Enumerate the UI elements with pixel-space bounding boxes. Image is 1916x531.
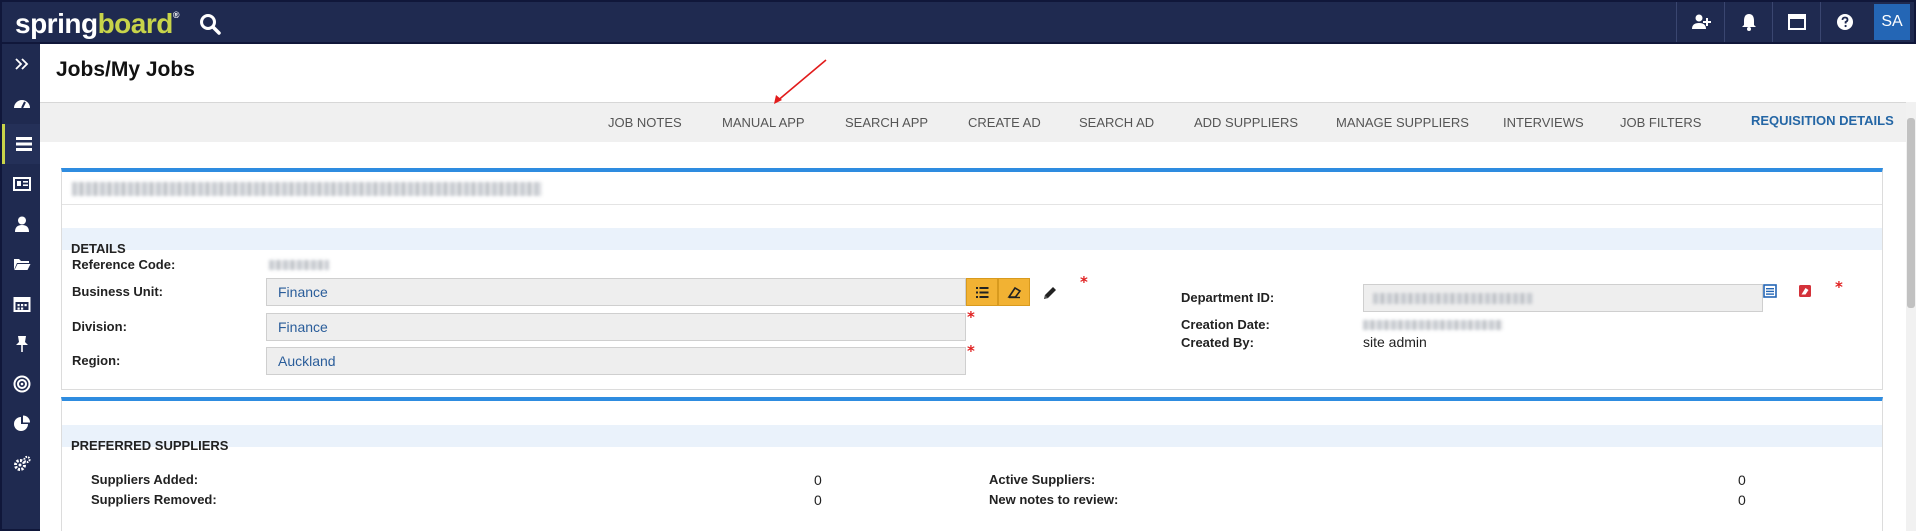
tab-interviews[interactable]: INTERVIEWS [1503, 103, 1584, 143]
department-id-label: Department ID: [1181, 290, 1275, 305]
tab-requisition-details[interactable]: REQUISITION DETAILS [1751, 103, 1894, 143]
preferred-suppliers-panel: PREFERRED SUPPLIERS Suppliers Added: 0 S… [61, 397, 1883, 531]
sidebar-item-reports[interactable] [2, 404, 42, 444]
sidebar-nav [0, 44, 42, 531]
tab-job-filters[interactable]: JOB FILTERS [1620, 103, 1701, 143]
region-label: Region: [72, 353, 121, 368]
region-field[interactable]: Auckland [266, 347, 966, 375]
redacted-reference-code [269, 260, 329, 270]
sidebar-item-calendar[interactable] [2, 284, 42, 324]
pie-chart-icon [14, 415, 30, 431]
list-lookup-icon[interactable] [1762, 283, 1778, 299]
suppliers-removed-label: Suppliers Removed: [91, 492, 217, 507]
division-label: Division: [72, 319, 127, 334]
new-notes-label: New notes to review: [989, 492, 1119, 507]
active-suppliers-value: 0 [1738, 472, 1746, 488]
add-user-icon [1691, 14, 1711, 29]
add-user-button[interactable] [1676, 2, 1724, 42]
sidebar-item-dashboard[interactable] [2, 84, 42, 124]
sidebar-item-folders[interactable] [2, 244, 42, 284]
window-button[interactable] [1772, 2, 1820, 42]
sidebar-item-ads[interactable] [2, 164, 42, 204]
springboard-logo[interactable]: springboard® [15, 8, 179, 40]
dashboard-icon [14, 100, 30, 109]
sidebar-item-jobs[interactable] [2, 124, 42, 164]
tab-manage-suppliers[interactable]: MANAGE SUPPLIERS [1336, 103, 1469, 143]
tab-add-suppliers[interactable]: ADD SUPPLIERS [1194, 103, 1298, 143]
list-icon [15, 137, 32, 151]
clear-icon[interactable] [1797, 283, 1813, 299]
preferred-suppliers-title: PREFERRED SUPPLIERS [71, 438, 229, 453]
help-button[interactable] [1820, 2, 1868, 42]
folder-open-icon [14, 259, 31, 270]
sidebar-item-candidates[interactable] [2, 204, 42, 244]
top-bar: springboard® SA [0, 0, 1916, 44]
pencil-icon[interactable] [1042, 285, 1058, 301]
target-icon [13, 375, 31, 393]
business-unit-clear-button[interactable] [998, 278, 1030, 306]
bell-icon [1741, 14, 1756, 31]
business-unit-label: Business Unit: [72, 284, 164, 299]
eraser-icon [1007, 286, 1021, 298]
active-suppliers-label: Active Suppliers: [989, 472, 1096, 487]
tab-create-ad[interactable]: CREATE AD [968, 103, 1041, 143]
pin-icon [16, 336, 28, 352]
id-card-icon [13, 177, 31, 191]
job-tab-bar: JOB NOTES MANUAL APP SEARCH APP CREATE A… [40, 102, 1906, 142]
sidebar-item-targets[interactable] [2, 364, 42, 404]
notifications-button[interactable] [1724, 2, 1772, 42]
required-marker: * [967, 342, 975, 360]
help-icon [1836, 14, 1853, 30]
suppliers-added-label: Suppliers Added: [91, 472, 199, 487]
preferred-suppliers-band [62, 425, 1882, 447]
details-section-title: DETAILS [71, 241, 126, 256]
tab-search-app[interactable]: SEARCH APP [845, 103, 928, 143]
requisition-details-panel: DETAILS Reference Code: Business Unit: F… [61, 168, 1883, 390]
details-section-band [62, 228, 1882, 250]
page-title: Jobs/My Jobs [56, 58, 195, 81]
user-icon [15, 216, 29, 232]
search-icon[interactable] [198, 12, 222, 36]
tab-job-notes[interactable]: JOB NOTES [608, 103, 682, 143]
redacted-job-title [72, 182, 542, 196]
double-chevron-right-icon [15, 58, 29, 70]
reference-code-label: Reference Code: [72, 257, 176, 272]
business-unit-field[interactable]: Finance [266, 278, 966, 306]
annotation-arrow [774, 59, 827, 104]
tab-search-ad[interactable]: SEARCH AD [1079, 103, 1154, 143]
tab-manual-app[interactable]: MANUAL APP [722, 103, 805, 143]
creation-date-label: Creation Date: [1181, 317, 1270, 332]
sidebar-item-settings[interactable] [2, 444, 42, 484]
scrollbar-thumb[interactable] [1907, 118, 1915, 308]
new-notes-value: 0 [1738, 492, 1746, 508]
created-by-label: Created By: [1181, 335, 1254, 350]
created-by-value: site admin [1363, 334, 1427, 350]
business-unit-list-button[interactable] [966, 278, 998, 306]
calendar-icon [13, 297, 31, 312]
redacted-creation-date [1363, 320, 1503, 330]
suppliers-removed-value: 0 [814, 492, 822, 508]
list-icon [975, 286, 988, 298]
divider [62, 204, 1882, 205]
redacted-department-id [1373, 293, 1533, 304]
window-icon [1787, 14, 1806, 30]
sidebar-item-expand[interactable] [2, 44, 42, 84]
division-field[interactable]: Finance [266, 313, 966, 341]
suppliers-added-value: 0 [814, 472, 822, 488]
avatar[interactable]: SA [1874, 4, 1910, 40]
page-header: Jobs/My Jobs [40, 44, 1916, 102]
required-marker: * [967, 308, 975, 326]
sidebar-item-pinned[interactable] [2, 324, 42, 364]
gears-icon [14, 455, 31, 471]
required-marker: * [1080, 273, 1088, 291]
required-marker: * [1835, 278, 1843, 296]
